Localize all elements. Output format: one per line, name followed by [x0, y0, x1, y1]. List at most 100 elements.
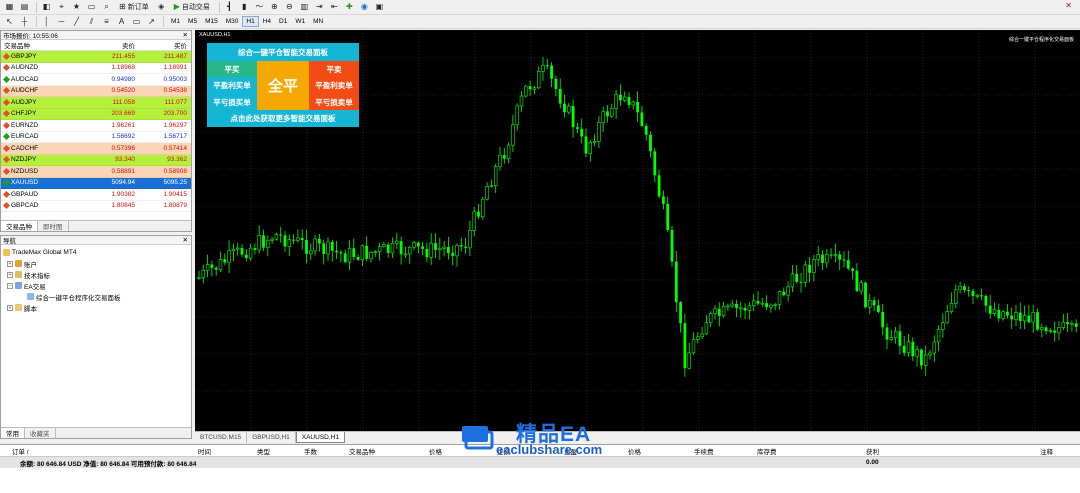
close-icon[interactable]: ✕	[183, 31, 188, 39]
metaeditor-icon[interactable]: ◈	[155, 1, 168, 13]
symbol-row-gbpjpy[interactable]: GBPJPY 211.455 211.487	[1, 51, 191, 63]
col-comment[interactable]: 注释	[1040, 446, 1053, 456]
expand-icon[interactable]: +	[7, 260, 13, 267]
tree-root[interactable]: TradeMax Global MT4	[3, 247, 191, 258]
zoom-out-icon[interactable]: ⊖	[283, 1, 296, 13]
symbol-row-eurcad[interactable]: EURCAD 1.56692 1.56717	[1, 131, 191, 143]
tab-chart-btcusd[interactable]: BTCUSD,M15	[195, 432, 248, 443]
symbol-row-nzdusd[interactable]: NZDUSD 0.58891 0.58908	[1, 166, 191, 178]
col-time[interactable]: 时间	[198, 446, 211, 456]
expand-icon[interactable]: +	[7, 271, 13, 278]
trendline-icon[interactable]: ╱	[70, 16, 83, 28]
autoscroll-icon[interactable]: ⇥	[313, 1, 326, 13]
col-ask[interactable]: 买价	[135, 40, 187, 50]
symbol-row-gbpaud[interactable]: GBPAUD 1.90382 1.90415	[1, 189, 191, 201]
close-profit-buys-button[interactable]: 平盈利买单	[207, 77, 257, 94]
tab-common[interactable]: 常用	[1, 428, 25, 438]
horizontal-line-icon[interactable]: ─	[55, 16, 68, 28]
close-buys-button[interactable]: 平买	[207, 61, 257, 77]
symbol-row-audcad[interactable]: AUDCAD 0.94980 0.95003	[1, 74, 191, 86]
terminal-icon[interactable]: ▭	[85, 1, 98, 13]
line-chart-icon[interactable]: 〜	[253, 1, 266, 13]
timeframe-d1[interactable]: D1	[275, 16, 291, 27]
templates-icon[interactable]: ▣	[373, 1, 386, 13]
tree-item-indicators[interactable]: + 技术指标	[3, 269, 191, 280]
close-all-button[interactable]: 全平	[257, 61, 309, 110]
close-icon[interactable]: ✕	[183, 236, 188, 244]
col-bid[interactable]: 卖价	[89, 40, 135, 50]
price-chart[interactable]: XAUUSD,H1 综合一键平仓程序化交易面板 综合一键平仓智能交易面板 平买 …	[195, 30, 1080, 431]
col-symbol[interactable]: 交易品种	[4, 40, 89, 50]
col-price[interactable]: 价格	[429, 446, 442, 456]
auto-trading-button[interactable]: ▶ 自动交易	[170, 1, 214, 13]
candle-chart-icon[interactable]: ▮	[238, 1, 251, 13]
symbol-row-audnzd[interactable]: AUDNZD 1.18968 1.18991	[1, 62, 191, 74]
symbol-row-audchf[interactable]: AUDCHF 0.54520 0.54538	[1, 85, 191, 97]
tab-favorites[interactable]: 收藏夹	[25, 428, 56, 438]
col-swap[interactable]: 库存费	[757, 446, 777, 456]
more-panels-link[interactable]: 点击此处获取更多智能交易面板	[207, 110, 359, 127]
col-take-profit[interactable]: 止盈	[564, 446, 577, 456]
channel-icon[interactable]: ⫽	[85, 16, 98, 28]
timeframe-m5[interactable]: M5	[184, 16, 201, 27]
tab-tick-chart[interactable]: 即时图	[38, 221, 69, 231]
cursor-icon[interactable]: ↖	[3, 16, 16, 28]
col-symbol[interactable]: 交易品种	[349, 446, 375, 456]
tester-icon[interactable]: ⌕	[100, 1, 113, 13]
symbol-row-cadchf[interactable]: CADCHF 0.57396 0.57414	[1, 143, 191, 155]
symbol-row-chfjpy[interactable]: CHFJPY 203.669 203.700	[1, 108, 191, 120]
timeframe-m15[interactable]: M15	[201, 16, 222, 27]
timeframe-m1[interactable]: M1	[167, 16, 184, 27]
timeframe-m30[interactable]: M30	[222, 16, 243, 27]
tree-item-ea-panel[interactable]: 综合一键平仓程序化交易面板	[3, 291, 191, 302]
expand-icon[interactable]: +	[7, 304, 13, 311]
tree-item-scripts[interactable]: + 脚本	[3, 302, 191, 313]
tab-chart-gbpusd[interactable]: GBPUSD,H1	[247, 432, 296, 443]
timeframe-w1[interactable]: W1	[291, 16, 309, 27]
data-window-icon[interactable]: ⌖	[55, 1, 68, 13]
profiles-icon[interactable]: ▤	[18, 1, 31, 13]
close-loss-sells-button[interactable]: 平亏损卖单	[309, 94, 359, 110]
symbol-row-xauusd[interactable]: XAUUSD 5094.94 5095.25	[1, 177, 191, 189]
tree-item-expert-advisors[interactable]: − EA交易	[3, 280, 191, 291]
col-commission[interactable]: 手续费	[694, 446, 714, 456]
symbol-row-gbpcad[interactable]: GBPCAD 1.80845 1.80879	[1, 200, 191, 212]
chart-shift-icon[interactable]: ⇤	[328, 1, 341, 13]
col-order[interactable]: 订单 /	[12, 446, 29, 456]
timeframe-h4[interactable]: H4	[259, 16, 275, 27]
symbol-row-audjpy[interactable]: AUDJPY 111.058 111.077	[1, 97, 191, 109]
crosshair-icon[interactable]: ┼	[18, 16, 31, 28]
col-current-price[interactable]: 价格	[628, 446, 641, 456]
fibonacci-icon[interactable]: ≡	[100, 16, 113, 28]
zoom-in-icon[interactable]: ⊕	[268, 1, 281, 13]
tree-item-accounts[interactable]: + 账户	[3, 258, 191, 269]
market-watch-icon[interactable]: ◧	[40, 1, 53, 13]
new-chart-icon[interactable]: ▦	[3, 1, 16, 13]
label-icon[interactable]: ▭	[130, 16, 143, 28]
timeframe-h1[interactable]: H1	[242, 16, 259, 27]
tab-symbols[interactable]: 交易品种	[1, 221, 38, 231]
close-sells-button[interactable]: 平卖	[309, 61, 359, 77]
navigator-icon[interactable]: ★	[70, 1, 83, 13]
indicators-icon[interactable]: ✚	[343, 1, 356, 13]
tab-chart-xauusd[interactable]: XAUUSD,H1	[295, 432, 345, 443]
new-order-button[interactable]: ⊞ 新订单	[115, 1, 153, 13]
symbol-row-nzdjpy[interactable]: NZDJPY 93.340 93.362	[1, 154, 191, 166]
collapse-icon[interactable]: −	[7, 282, 13, 289]
close-window-icon[interactable]: ✕	[1065, 1, 1072, 10]
col-stop-loss[interactable]: 止损	[497, 446, 510, 456]
close-profit-sells-button[interactable]: 平盈利卖单	[309, 77, 359, 94]
close-loss-buys-button[interactable]: 平亏损买单	[207, 94, 257, 110]
vertical-line-icon[interactable]: │	[40, 16, 53, 28]
timeframe-mn[interactable]: MN	[309, 16, 327, 27]
col-lots[interactable]: 手数	[304, 446, 317, 456]
periods-icon[interactable]: ◉	[358, 1, 371, 13]
bar-chart-icon[interactable]: ┫	[223, 1, 236, 13]
col-type[interactable]: 类型	[257, 446, 270, 456]
text-icon[interactable]: A	[115, 16, 128, 28]
ea-panel-header[interactable]: 综合一键平仓智能交易面板	[207, 43, 359, 61]
tile-windows-icon[interactable]: ▥	[298, 1, 311, 13]
arrows-icon[interactable]: ↗	[145, 16, 158, 28]
symbol-row-eurnzd[interactable]: EURNZD 1.96261 1.96297	[1, 120, 191, 132]
col-profit[interactable]: 获利	[866, 446, 879, 456]
